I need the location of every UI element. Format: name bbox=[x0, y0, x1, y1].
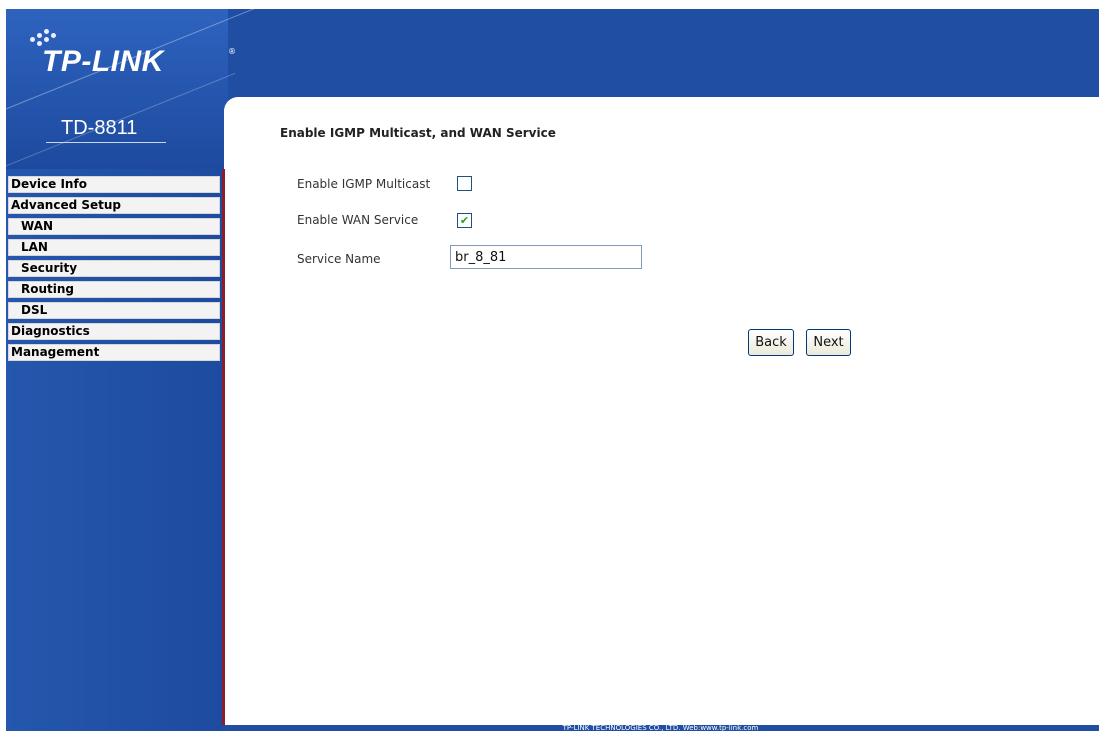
next-button[interactable]: Next bbox=[806, 329, 851, 356]
main-form: Enable IGMP Multicast, and WAN Service bbox=[280, 126, 556, 140]
sidebar-item-wan[interactable]: WAN bbox=[8, 218, 220, 235]
registered-mark: ® bbox=[228, 47, 236, 56]
sidebar-item-routing[interactable]: Routing bbox=[8, 281, 220, 298]
content-panel bbox=[224, 97, 1099, 731]
model-name: TD-8811 bbox=[61, 117, 138, 139]
logo-area: TP-LINK TD-8811 bbox=[6, 9, 256, 187]
sidebar-menu: Device Info Advanced Setup WAN LAN Secur… bbox=[8, 176, 220, 365]
sidebar-item-management[interactable]: Management bbox=[8, 344, 220, 361]
footer: TP-LINK TECHNOLOGIES CO., LTD. Web:www.t… bbox=[222, 725, 1099, 731]
sidebar-item-advanced-setup[interactable]: Advanced Setup bbox=[8, 197, 220, 214]
service-name-input[interactable]: br_8_81 bbox=[450, 245, 642, 269]
sidebar-item-device-info[interactable]: Device Info bbox=[8, 176, 220, 193]
sidebar-item-security[interactable]: Security bbox=[8, 260, 220, 277]
sidebar-item-dsl[interactable]: DSL bbox=[8, 302, 220, 319]
sidebar-item-lan[interactable]: LAN bbox=[8, 239, 220, 256]
wan-label: Enable WAN Service bbox=[297, 213, 419, 227]
sidebar: Device Info Advanced Setup WAN LAN Secur… bbox=[6, 169, 225, 731]
checkmark-icon: ✔ bbox=[459, 214, 470, 227]
wan-checkbox[interactable]: ✔ bbox=[457, 213, 472, 228]
service-name-label: Service Name bbox=[297, 252, 381, 266]
igmp-checkbox[interactable] bbox=[457, 176, 472, 191]
page-title: Enable IGMP Multicast, and WAN Service bbox=[280, 126, 556, 140]
brand-logo: TP-LINK bbox=[42, 45, 164, 78]
router-admin-frame: TP-LINK TD-8811 ® Device Info Advanced S… bbox=[6, 9, 1099, 731]
back-button[interactable]: Back bbox=[748, 329, 794, 356]
sidebar-item-diagnostics[interactable]: Diagnostics bbox=[8, 323, 220, 340]
igmp-label: Enable IGMP Multicast bbox=[297, 177, 431, 191]
